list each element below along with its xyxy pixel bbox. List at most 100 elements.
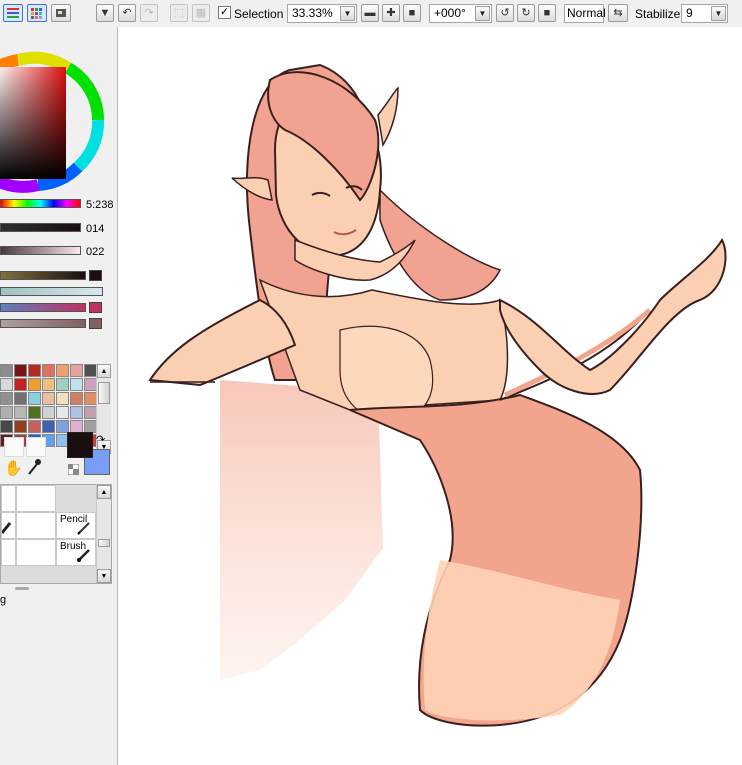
saturation-slider[interactable] bbox=[0, 223, 81, 232]
saturation-value: 014 bbox=[86, 223, 105, 235]
swatch-cell[interactable] bbox=[42, 392, 55, 405]
eyedropper-icon[interactable] bbox=[26, 458, 42, 476]
illustration-artwork bbox=[148, 63, 727, 727]
blend-mode-button[interactable]: Normal bbox=[564, 4, 606, 23]
swatch-cell[interactable] bbox=[28, 392, 41, 405]
swatch-cell[interactable] bbox=[70, 392, 83, 405]
swatch-cell[interactable] bbox=[28, 420, 41, 433]
swatch-cell[interactable] bbox=[14, 420, 27, 433]
pencil-icon bbox=[77, 522, 90, 535]
tool-list: Pencil Brush ▲ ▼ bbox=[0, 484, 112, 584]
swatch-cell[interactable] bbox=[14, 378, 27, 391]
main-color-swatch[interactable] bbox=[67, 432, 93, 458]
swatch-cell[interactable] bbox=[14, 364, 27, 377]
swatch-cell[interactable] bbox=[42, 378, 55, 391]
left-panel: 5:238 014 022 ▲ ▼ ↷ ✋ Pencil Brush ▲ ▼ g bbox=[0, 27, 118, 765]
swatch-panel-toggle-icon[interactable] bbox=[27, 4, 47, 22]
green-slider[interactable] bbox=[0, 287, 103, 296]
tool-cell-empty[interactable] bbox=[16, 512, 56, 539]
redo-icon[interactable]: ↷ bbox=[140, 4, 158, 22]
swatch-cell[interactable] bbox=[0, 406, 13, 419]
swatch-cell[interactable] bbox=[28, 378, 41, 391]
alpha-slider[interactable] bbox=[0, 319, 86, 328]
tool-slot-2[interactable] bbox=[26, 437, 46, 457]
navigator-toggle-icon[interactable] bbox=[51, 4, 71, 22]
drawing-canvas[interactable] bbox=[118, 27, 742, 765]
value-value: 022 bbox=[86, 246, 105, 258]
toolbar-menu-chevron-down-icon[interactable]: ▼ bbox=[96, 4, 114, 22]
color-wheel-toggle-icon[interactable] bbox=[3, 4, 23, 22]
zoom-out-icon[interactable]: ▬ bbox=[361, 4, 379, 22]
swatch-cell[interactable] bbox=[42, 364, 55, 377]
tool-cell-partial[interactable] bbox=[1, 512, 16, 539]
rotation-select[interactable]: +000° ▼ bbox=[429, 4, 492, 23]
hand-icon[interactable]: ✋ bbox=[4, 459, 23, 477]
swatch-cell[interactable] bbox=[28, 364, 41, 377]
main-toolbar: ▼ ↶ ↷ ⬚ ▦ ✓ Selection 33.33% ▼ ▬ ✚ ■ +00… bbox=[0, 0, 742, 28]
swatch-cell[interactable] bbox=[56, 378, 69, 391]
invert-selection-icon[interactable]: ▦ bbox=[192, 4, 210, 22]
rotation-value: +000° bbox=[434, 6, 466, 20]
flip-horizontal-icon[interactable]: ⇆ bbox=[608, 4, 628, 22]
blue-slider[interactable] bbox=[0, 303, 86, 312]
tool-slot-1[interactable] bbox=[4, 437, 24, 457]
selection-checkbox[interactable]: ✓ bbox=[218, 6, 231, 19]
scroll-down-icon[interactable]: ▼ bbox=[97, 569, 111, 583]
swatch-cell[interactable] bbox=[0, 420, 13, 433]
undo-icon[interactable]: ↶ bbox=[118, 4, 136, 22]
hue-value: 5:238 bbox=[86, 199, 114, 211]
zoom-value: 33.33% bbox=[292, 6, 333, 20]
tool-cell-empty[interactable] bbox=[1, 485, 16, 512]
swatch-cell[interactable] bbox=[56, 392, 69, 405]
brush-icon bbox=[77, 549, 90, 562]
swatch-cell[interactable] bbox=[56, 364, 69, 377]
scroll-up-icon[interactable]: ▲ bbox=[97, 364, 111, 378]
swatch-cell[interactable] bbox=[70, 364, 83, 377]
color-wheel[interactable] bbox=[0, 27, 110, 197]
swatch-cell[interactable] bbox=[70, 378, 83, 391]
transparent-color-icon[interactable] bbox=[68, 464, 79, 475]
swatch-cell[interactable] bbox=[14, 406, 27, 419]
swatch-cell[interactable] bbox=[42, 406, 55, 419]
swatch-cell[interactable] bbox=[0, 378, 13, 391]
swatch-cell[interactable] bbox=[0, 364, 13, 377]
hue-slider[interactable] bbox=[0, 199, 81, 208]
swatch-cell[interactable] bbox=[42, 420, 55, 433]
stabilizer-select[interactable]: 9 ▼ bbox=[681, 4, 728, 23]
swatch-cell[interactable] bbox=[14, 392, 27, 405]
chevron-down-icon[interactable]: ▼ bbox=[711, 6, 726, 21]
chevron-down-icon[interactable]: ▼ bbox=[340, 6, 355, 21]
scroll-thumb[interactable] bbox=[98, 382, 110, 404]
tool-brush[interactable]: Brush bbox=[56, 539, 96, 566]
tool-list-scrollbar[interactable]: ▲ ▼ bbox=[96, 485, 111, 583]
chevron-down-icon[interactable]: ▼ bbox=[475, 6, 490, 21]
pen-icon bbox=[2, 522, 12, 534]
red-slider[interactable] bbox=[0, 271, 86, 280]
tool-cell-empty[interactable] bbox=[1, 539, 16, 566]
rotate-ccw-icon[interactable]: ↺ bbox=[496, 4, 514, 22]
zoom-reset-icon[interactable]: ■ bbox=[403, 4, 421, 22]
swap-colors-icon[interactable]: ↷ bbox=[96, 433, 105, 446]
zoom-select[interactable]: 33.33% ▼ bbox=[287, 4, 357, 23]
color-preview-3 bbox=[89, 318, 102, 329]
panel-splitter[interactable] bbox=[15, 587, 29, 590]
deselect-icon[interactable]: ⬚ bbox=[170, 4, 188, 22]
swatch-cell[interactable] bbox=[0, 392, 13, 405]
scroll-up-icon[interactable]: ▲ bbox=[97, 485, 111, 499]
value-slider[interactable] bbox=[0, 246, 81, 255]
scroll-thumb[interactable] bbox=[98, 539, 110, 547]
rotate-reset-icon[interactable]: ■ bbox=[538, 4, 556, 22]
swatch-cell[interactable] bbox=[28, 406, 41, 419]
rotate-cw-icon[interactable]: ↻ bbox=[517, 4, 535, 22]
tool-pencil[interactable]: Pencil bbox=[56, 512, 96, 539]
stabilizer-value: 9 bbox=[686, 6, 693, 20]
swatch-cell[interactable] bbox=[70, 406, 83, 419]
tool-cell-empty[interactable] bbox=[16, 539, 56, 566]
stabilizer-label: Stabilizer bbox=[635, 7, 685, 21]
truncated-label: g bbox=[0, 594, 7, 606]
tool-cell-empty[interactable] bbox=[16, 485, 56, 512]
color-preview-2 bbox=[89, 302, 102, 313]
selection-label: Selection bbox=[234, 7, 284, 21]
swatch-cell[interactable] bbox=[56, 406, 69, 419]
zoom-in-icon[interactable]: ✚ bbox=[382, 4, 400, 22]
